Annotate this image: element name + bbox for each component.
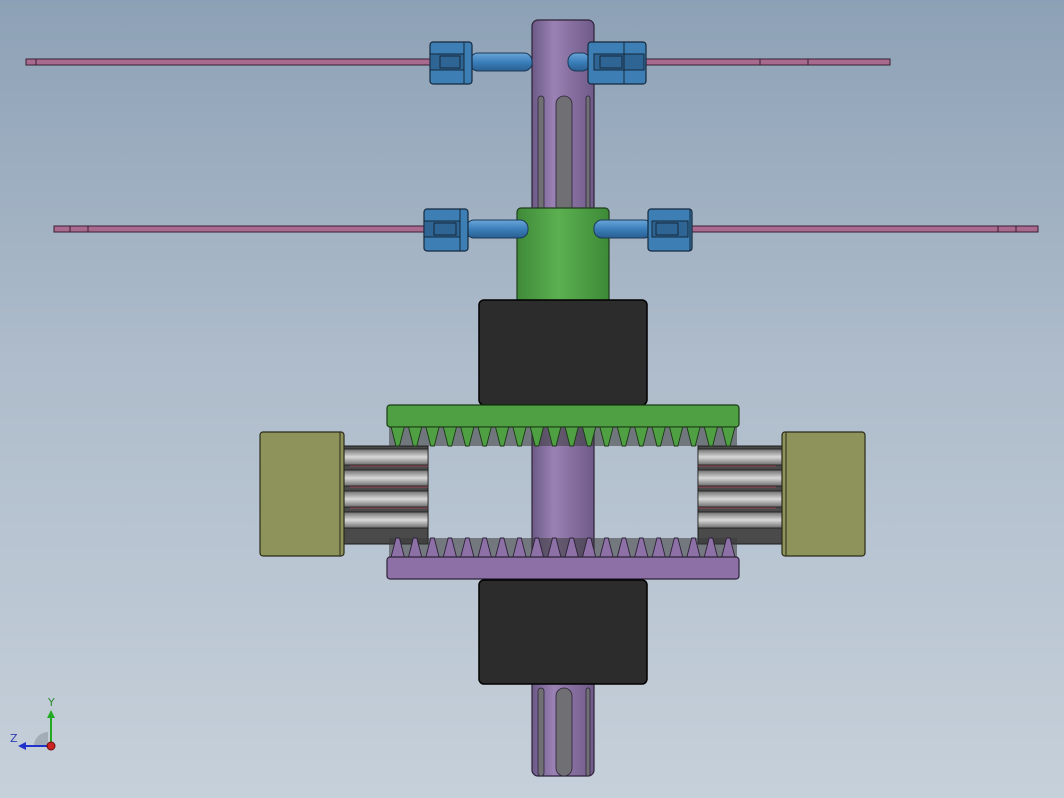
- left-side-block[interactable]: [259, 431, 345, 557]
- lower-right-pin[interactable]: [593, 219, 653, 239]
- lower-right-blade[interactable]: [651, 225, 1039, 233]
- triad-axes: [18, 710, 56, 751]
- assembly-model[interactable]: [0, 0, 1064, 798]
- lower-left-blade[interactable]: [53, 225, 465, 233]
- upper-right-clevis[interactable]: [587, 41, 647, 85]
- lower-bearing-block[interactable]: [478, 579, 648, 685]
- left-roller-assembly[interactable]: [343, 445, 429, 545]
- upper-gear-teeth: [389, 426, 737, 447]
- upper-left-clevis[interactable]: [429, 41, 473, 85]
- y-axis-arrow: [47, 710, 55, 718]
- right-side-block[interactable]: [781, 431, 866, 557]
- y-axis-label: Y: [48, 696, 55, 709]
- graphics-viewport[interactable]: Y Z: [0, 0, 1064, 798]
- lower-bevel-gear[interactable]: [386, 537, 740, 580]
- lower-left-pin[interactable]: [465, 219, 529, 239]
- triad-origin: [46, 741, 56, 751]
- hub-sleeve[interactable]: [516, 207, 610, 305]
- lower-left-clevis[interactable]: [423, 208, 469, 252]
- lower-gear-teeth: [389, 537, 737, 558]
- upper-left-pin[interactable]: [469, 52, 533, 72]
- z-axis-arrow: [18, 742, 26, 750]
- upper-gear-root-band: [389, 427, 737, 446]
- z-axis-label: Z: [10, 732, 18, 745]
- lower-gear-root-band: [389, 538, 737, 557]
- upper-right-pin[interactable]: [567, 52, 591, 72]
- lower-right-clevis[interactable]: [647, 208, 693, 252]
- view-orientation-triad: Y Z: [8, 696, 68, 758]
- upper-left-blade[interactable]: [25, 58, 465, 66]
- upper-bearing-block[interactable]: [478, 299, 648, 406]
- right-roller-assembly[interactable]: [697, 445, 783, 545]
- upper-bevel-gear[interactable]: [386, 404, 740, 447]
